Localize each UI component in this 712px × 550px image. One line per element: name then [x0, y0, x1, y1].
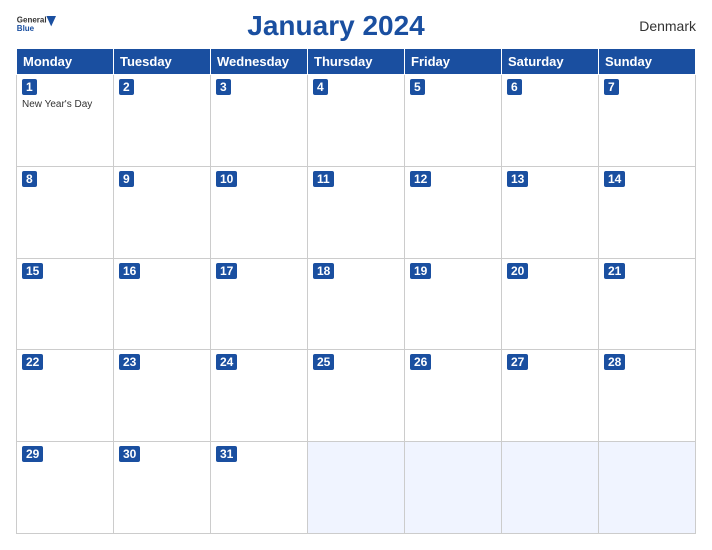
- day-number: 4: [313, 79, 328, 95]
- header-saturday: Saturday: [502, 49, 599, 75]
- calendar-day-cell: 23: [114, 350, 211, 442]
- calendar-day-cell: 26: [405, 350, 502, 442]
- header-tuesday: Tuesday: [114, 49, 211, 75]
- day-number: 9: [119, 171, 134, 187]
- month-title: January 2024: [56, 10, 616, 42]
- day-number: 20: [507, 263, 528, 279]
- header-sunday: Sunday: [599, 49, 696, 75]
- day-number: 31: [216, 446, 237, 462]
- calendar-day-cell: 22: [17, 350, 114, 442]
- calendar-day-cell: 12: [405, 166, 502, 258]
- day-number: 1: [22, 79, 37, 95]
- calendar-day-cell: 31: [211, 442, 308, 534]
- day-number: 17: [216, 263, 237, 279]
- calendar-week-row: 29 30 31: [17, 442, 696, 534]
- calendar-day-cell: 5: [405, 75, 502, 167]
- day-number: 29: [22, 446, 43, 462]
- calendar-day-cell: 28: [599, 350, 696, 442]
- calendar-week-row: 8 9 10 11 12 13 14: [17, 166, 696, 258]
- calendar-day-cell: 10: [211, 166, 308, 258]
- day-number: 13: [507, 171, 528, 187]
- day-number: 16: [119, 263, 140, 279]
- calendar-day-cell: 9: [114, 166, 211, 258]
- day-number: 12: [410, 171, 431, 187]
- calendar-table: Monday Tuesday Wednesday Thursday Friday…: [16, 48, 696, 534]
- calendar-day-cell: 29: [17, 442, 114, 534]
- day-number: 3: [216, 79, 231, 95]
- svg-text:Blue: Blue: [17, 24, 35, 33]
- header-wednesday: Wednesday: [211, 49, 308, 75]
- calendar-day-cell: 2: [114, 75, 211, 167]
- day-number: 21: [604, 263, 625, 279]
- calendar-day-cell: 17: [211, 258, 308, 350]
- calendar-day-cell: 3: [211, 75, 308, 167]
- day-number: 18: [313, 263, 334, 279]
- day-number: 28: [604, 354, 625, 370]
- calendar-day-cell: 24: [211, 350, 308, 442]
- day-number: 10: [216, 171, 237, 187]
- calendar-day-cell: 20: [502, 258, 599, 350]
- logo: General Blue: [16, 12, 56, 40]
- day-number: 19: [410, 263, 431, 279]
- calendar-day-cell: 4: [308, 75, 405, 167]
- calendar-week-row: 1 New Year's Day 2 3 4 5 6 7: [17, 75, 696, 167]
- day-number: 2: [119, 79, 134, 95]
- calendar-day-cell: 8: [17, 166, 114, 258]
- day-number: 26: [410, 354, 431, 370]
- calendar-week-row: 15 16 17 18 19 20 21: [17, 258, 696, 350]
- calendar-day-cell: 21: [599, 258, 696, 350]
- header-friday: Friday: [405, 49, 502, 75]
- generalblue-logo-icon: General Blue: [16, 12, 56, 40]
- calendar-day-cell: [405, 442, 502, 534]
- day-number: 8: [22, 171, 37, 187]
- calendar-day-cell: 11: [308, 166, 405, 258]
- holiday-label: New Year's Day: [22, 99, 108, 110]
- calendar-day-cell: 15: [17, 258, 114, 350]
- weekday-header-row: Monday Tuesday Wednesday Thursday Friday…: [17, 49, 696, 75]
- calendar-day-cell: [502, 442, 599, 534]
- calendar-day-cell: 1 New Year's Day: [17, 75, 114, 167]
- calendar-day-cell: 18: [308, 258, 405, 350]
- header-monday: Monday: [17, 49, 114, 75]
- calendar-day-cell: 25: [308, 350, 405, 442]
- day-number: 14: [604, 171, 625, 187]
- calendar-day-cell: 7: [599, 75, 696, 167]
- calendar-day-cell: 30: [114, 442, 211, 534]
- calendar-day-cell: 13: [502, 166, 599, 258]
- day-number: 7: [604, 79, 619, 95]
- day-number: 22: [22, 354, 43, 370]
- day-number: 5: [410, 79, 425, 95]
- day-number: 30: [119, 446, 140, 462]
- day-number: 24: [216, 354, 237, 370]
- country-label: Denmark: [616, 18, 696, 34]
- calendar-day-cell: 19: [405, 258, 502, 350]
- day-number: 25: [313, 354, 334, 370]
- day-number: 27: [507, 354, 528, 370]
- svg-text:General: General: [17, 15, 47, 24]
- calendar-day-cell: 14: [599, 166, 696, 258]
- header-thursday: Thursday: [308, 49, 405, 75]
- calendar-header: General Blue January 2024 Denmark: [16, 10, 696, 42]
- day-number: 11: [313, 171, 334, 187]
- calendar-day-cell: 27: [502, 350, 599, 442]
- calendar-week-row: 22 23 24 25 26 27 28: [17, 350, 696, 442]
- calendar-day-cell: 6: [502, 75, 599, 167]
- calendar-day-cell: [599, 442, 696, 534]
- calendar-day-cell: 16: [114, 258, 211, 350]
- day-number: 6: [507, 79, 522, 95]
- day-number: 23: [119, 354, 140, 370]
- day-number: 15: [22, 263, 43, 279]
- calendar-day-cell: [308, 442, 405, 534]
